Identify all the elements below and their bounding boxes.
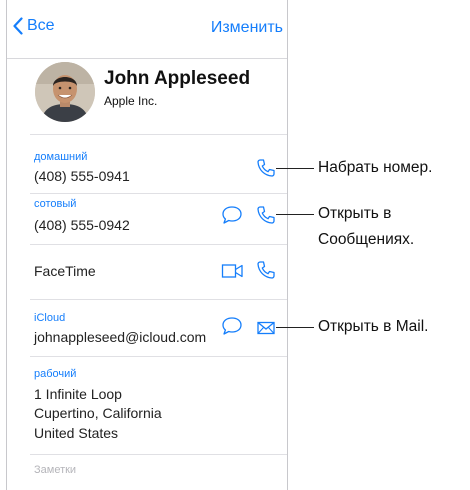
- message-icon[interactable]: [221, 316, 243, 336]
- work-address-line[interactable]: Cupertino, California: [34, 405, 162, 421]
- divider: [30, 299, 287, 300]
- chevron-left-icon: [13, 17, 23, 35]
- callout-mail: Открыть в Mail.: [318, 318, 429, 335]
- home-phone-label: домашний: [34, 151, 88, 163]
- work-address-label: рабочий: [34, 368, 77, 380]
- phone-icon[interactable]: [256, 260, 276, 280]
- icloud-email-value[interactable]: johnappleseed@icloud.com: [34, 329, 206, 345]
- divider: [30, 356, 287, 357]
- callout-messages-line2: Сообщениях.: [318, 231, 415, 248]
- home-phone-value[interactable]: (408) 555-0941: [34, 168, 130, 184]
- avatar: [35, 62, 95, 122]
- back-button[interactable]: Все: [13, 17, 55, 35]
- callout-line: [276, 168, 314, 169]
- contact-card-screen: Все Изменить John Appleseed Apple Inc. д…: [6, 0, 288, 490]
- callout-line: [276, 214, 314, 215]
- contact-name: John Appleseed: [104, 68, 251, 89]
- video-camera-icon[interactable]: [221, 262, 245, 280]
- envelope-icon[interactable]: [257, 321, 275, 335]
- navigation-bar: Все Изменить: [7, 0, 287, 59]
- phone-icon[interactable]: [256, 205, 276, 225]
- mobile-phone-label: сотовый: [34, 198, 77, 210]
- divider: [30, 134, 287, 135]
- contact-header: John Appleseed Apple Inc.: [7, 59, 287, 125]
- mobile-phone-value[interactable]: (408) 555-0942: [34, 217, 130, 233]
- message-icon[interactable]: [221, 205, 243, 225]
- edit-button[interactable]: Изменить: [211, 19, 283, 37]
- divider: [30, 454, 287, 455]
- back-button-label: Все: [27, 17, 55, 34]
- work-address-line[interactable]: 1 Infinite Loop: [34, 386, 122, 402]
- notes-label[interactable]: Заметки: [34, 464, 76, 476]
- callout-dial: Набрать номер.: [318, 159, 433, 176]
- contact-company: Apple Inc.: [104, 94, 158, 108]
- icloud-label: iCloud: [34, 312, 66, 324]
- divider: [30, 244, 287, 245]
- work-address-line[interactable]: United States: [34, 425, 118, 441]
- divider: [30, 193, 287, 194]
- facetime-label: FaceTime: [34, 263, 96, 279]
- phone-icon[interactable]: [256, 158, 276, 178]
- callout-line: [276, 327, 314, 328]
- callout-messages-line1: Открыть в: [318, 205, 392, 222]
